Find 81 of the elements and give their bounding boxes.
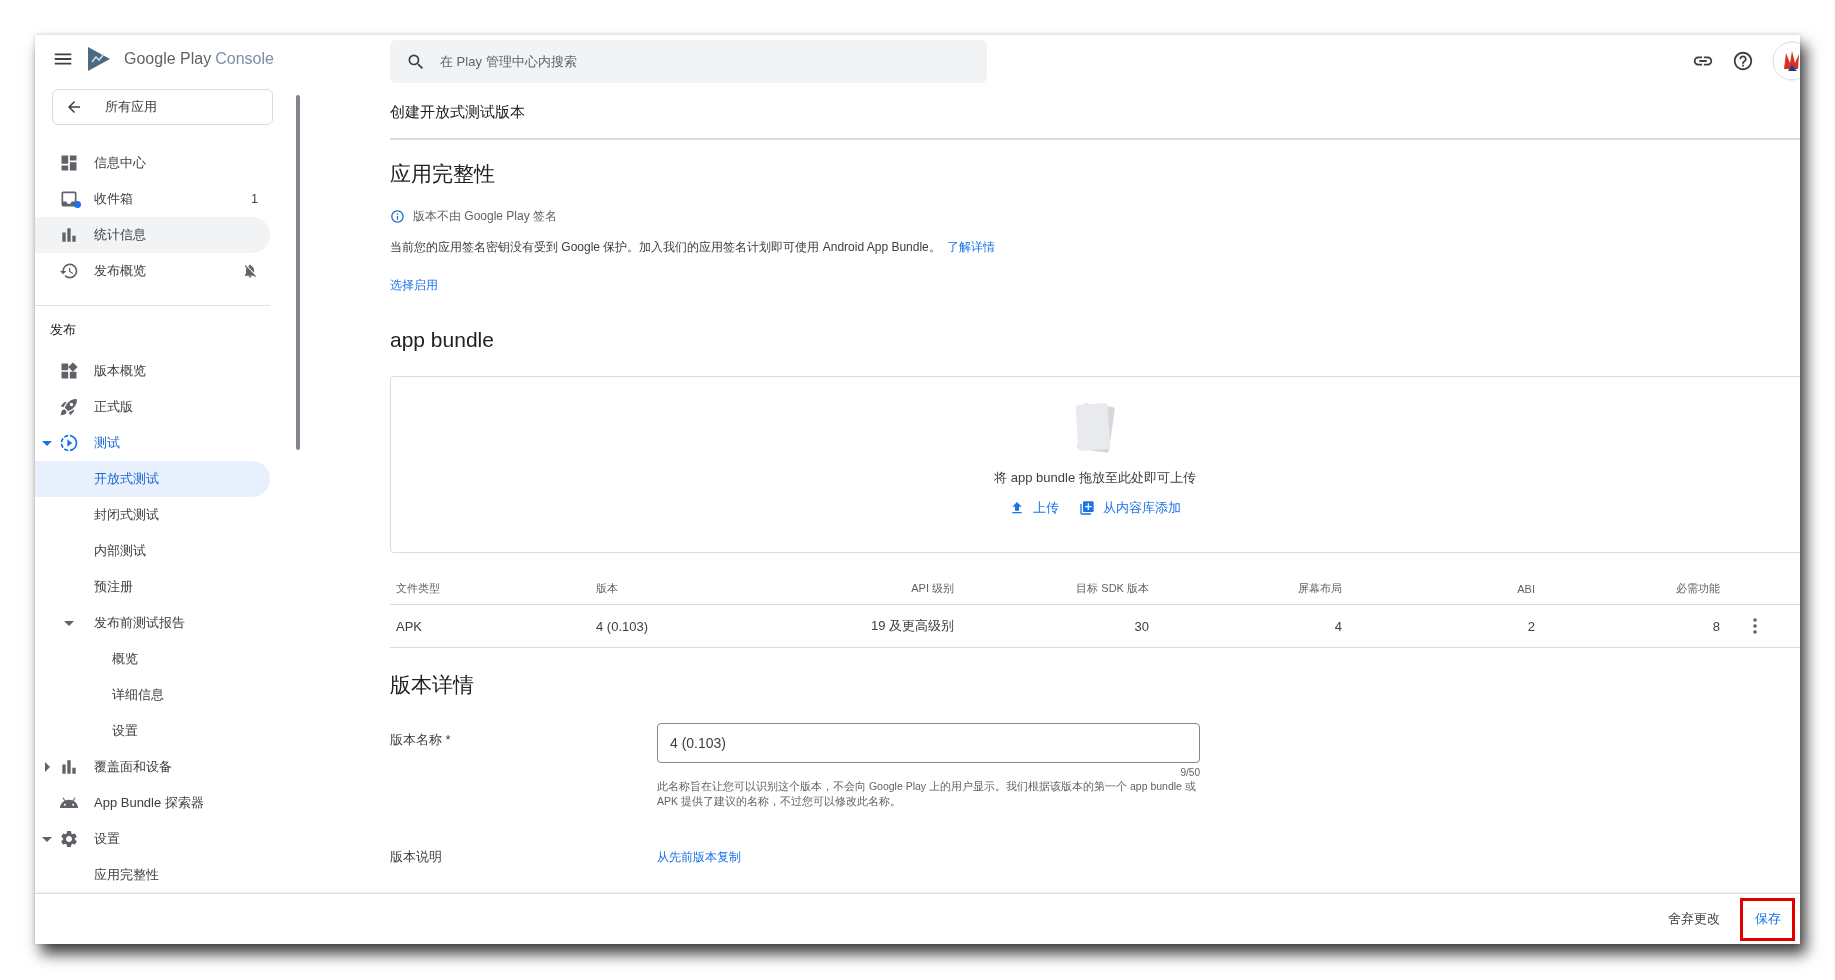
inbox-icon [59, 189, 79, 210]
nav-item[interactable]: 发布前测试报告 [35, 605, 270, 641]
nav-item[interactable]: 概览 [35, 641, 270, 677]
learn-more-link[interactable]: 了解详情 [946, 238, 995, 256]
column-header: 版本 [590, 573, 760, 605]
page-title: 创建开放式测试版本 [390, 95, 1800, 140]
table-cell: 30 [962, 605, 1157, 648]
field-label: 版本名称 * [390, 731, 452, 749]
section-heading: app bundle [390, 327, 495, 353]
nav-item[interactable]: 版本概览 [35, 353, 270, 389]
drop-zone[interactable]: 将 app bundle 拖放至此处即可上传 上传 从内容库添加 [390, 376, 1800, 553]
nav-item[interactable]: 内部测试 [35, 533, 270, 569]
nav-item[interactable]: 预注册 [35, 569, 270, 605]
nav-item[interactable]: 正式版 [35, 389, 270, 425]
more-button[interactable] [1753, 618, 1757, 634]
nav-item[interactable]: 统计信息 [35, 217, 270, 254]
nav-item[interactable]: 覆盖面和设备 [35, 749, 270, 785]
brand-suffix: Console [215, 50, 274, 69]
column-header: ABI [1350, 573, 1543, 605]
notice-text: 版本不由 Google Play 签名 [413, 207, 558, 225]
copy-link[interactable]: 从先前版本复制 [657, 848, 1800, 866]
dashboard-icon [59, 153, 79, 174]
opt-in-link[interactable]: 选择启用 [390, 276, 438, 294]
nav-item[interactable]: 发布概览 [35, 253, 270, 290]
unread-dot [74, 201, 81, 209]
section-heading: 版本详情 [390, 672, 475, 698]
upload-button[interactable]: 上传 [1009, 499, 1059, 517]
caret-down-icon [64, 620, 74, 626]
table-cell: APK [390, 605, 590, 648]
unread-count: 1 [251, 192, 258, 207]
nav-item[interactable]: 信息中心 [35, 145, 270, 182]
discard-button[interactable]: 舍弃更改 [1662, 909, 1726, 929]
muted-icon [242, 263, 258, 280]
description-text: 当前您的应用签名密钥没有受到 Google 保护。加入我们的应用签名计划即可使用 Android App Bundle。 [390, 238, 941, 256]
table-cell: 2 [1350, 605, 1543, 648]
column-header: API 级别 [760, 573, 962, 605]
field-label: 版本说明 [390, 848, 443, 866]
column-header: 必需功能 [1543, 573, 1728, 605]
help-text: 此名称旨在让您可以识别这个版本，不会向 Google Play 上的用户显示。我们根据该版本的第一个 app bundle 或 APK 提供了建议的名称，不过您可以修改此名称。 [657, 779, 1197, 809]
nav-item[interactable]: 收件箱 1 [35, 181, 270, 218]
table-cell: 8 [1543, 605, 1728, 648]
column-header: 屏幕布局 [1157, 573, 1350, 605]
nav-item[interactable]: 设置 [35, 713, 270, 749]
avatar[interactable] [1772, 41, 1800, 81]
caret-down-icon [42, 836, 52, 842]
nav-item[interactable]: App Bundle 探索器 [35, 785, 270, 821]
brand-name: Google Play [124, 50, 212, 69]
nav-item[interactable]: 封闭式测试 [35, 497, 270, 533]
drop-hint: 将 app bundle 拖放至此处即可上传 [994, 469, 1196, 487]
column-header: 目标 SDK 版本 [962, 573, 1157, 605]
nav-item[interactable]: 应用完整性 [35, 857, 270, 893]
scrollbar[interactable] [296, 95, 300, 450]
more-icon [1753, 618, 1757, 634]
table-cell: 4 (0.103) [590, 605, 760, 648]
char-counter: 9/50 [1179, 767, 1200, 778]
rocket-icon [59, 397, 79, 417]
help-button[interactable] [1732, 50, 1754, 72]
version-name-field[interactable]: 4 (0.103) [657, 723, 1200, 763]
save-button[interactable]: 保存 [1740, 897, 1795, 941]
bar-chart-icon [59, 757, 79, 777]
section-heading: 应用完整性 [390, 161, 496, 187]
search-field[interactable]: 在 Play 管理中心内搜索 [390, 39, 987, 83]
table-cell: 4 [1157, 605, 1350, 648]
nav-item[interactable]: 详细信息 [35, 677, 270, 713]
upload-icon [1009, 500, 1025, 516]
table-cell: 19 及更高级别 [760, 605, 962, 648]
nav-item[interactable]: 开放式测试 [35, 461, 270, 497]
section-label: 发布 [49, 320, 77, 339]
help-icon [1732, 50, 1754, 72]
caret-down-icon [42, 440, 52, 446]
library-add-icon [1079, 500, 1095, 516]
add-from-library-button[interactable]: 从内容库添加 [1079, 499, 1181, 517]
nav-item[interactable]: 设置 [35, 821, 270, 857]
caret-right-icon [44, 762, 50, 772]
settings-icon [59, 829, 79, 849]
back-button[interactable]: 所有应用 [52, 88, 273, 126]
info-icon [390, 208, 405, 224]
logo-icon [86, 46, 112, 73]
column-header: 文件类型 [390, 573, 590, 605]
widgets-icon [59, 361, 79, 381]
nav-item[interactable]: 测试 [35, 425, 270, 461]
